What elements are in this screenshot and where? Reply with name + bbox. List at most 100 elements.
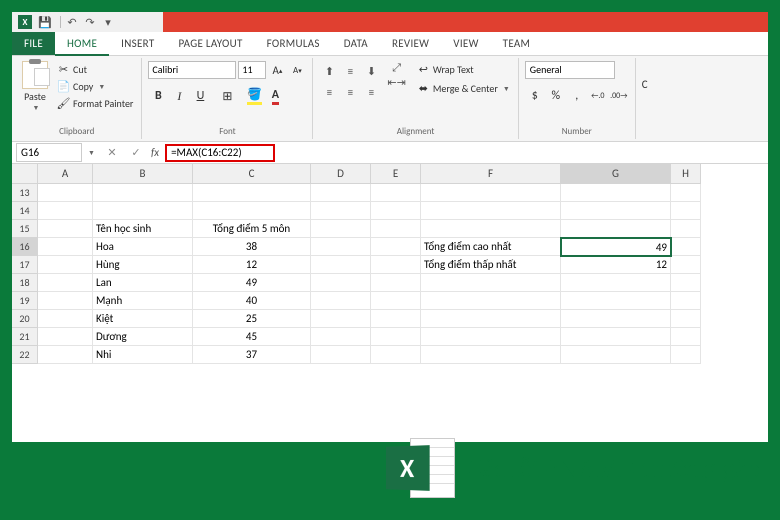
- cell[interactable]: [561, 346, 671, 364]
- col-header-e[interactable]: E: [371, 164, 421, 184]
- cell[interactable]: [561, 202, 671, 220]
- align-left-button[interactable]: ≡: [319, 82, 339, 102]
- row-header[interactable]: 15: [12, 220, 38, 238]
- wrap-text-button[interactable]: ↩Wrap Text: [415, 61, 512, 78]
- col-header-g[interactable]: G: [561, 164, 671, 184]
- cell[interactable]: [371, 274, 421, 292]
- merge-center-button[interactable]: ⬌Merge & Center▼: [415, 80, 512, 97]
- cell[interactable]: 45: [193, 328, 311, 346]
- cell[interactable]: [38, 202, 93, 220]
- cell[interactable]: 12: [561, 256, 671, 274]
- align-bottom-button[interactable]: ⬇: [361, 61, 381, 81]
- row-header[interactable]: 21: [12, 328, 38, 346]
- cell[interactable]: [93, 202, 193, 220]
- cell[interactable]: [38, 328, 93, 346]
- cell[interactable]: 37: [193, 346, 311, 364]
- increase-decimal-button[interactable]: ←.0: [588, 86, 608, 106]
- tab-data[interactable]: DATA: [332, 32, 380, 55]
- formula-bar[interactable]: =MAX(C16:C22): [165, 144, 275, 162]
- cell[interactable]: Tên học sinh: [93, 220, 193, 238]
- cell[interactable]: [38, 256, 93, 274]
- cell[interactable]: [311, 184, 371, 202]
- cell[interactable]: [671, 328, 701, 346]
- select-all-corner[interactable]: [12, 164, 38, 184]
- col-header-d[interactable]: D: [311, 164, 371, 184]
- tab-view[interactable]: VIEW: [441, 32, 490, 55]
- cell[interactable]: Hùng: [93, 256, 193, 274]
- cell[interactable]: [38, 292, 93, 310]
- cell[interactable]: [561, 292, 671, 310]
- cell[interactable]: [371, 184, 421, 202]
- cell[interactable]: Mạnh: [93, 292, 193, 310]
- copy-button[interactable]: 📄Copy▼: [55, 78, 135, 95]
- cell[interactable]: 40: [193, 292, 311, 310]
- cell[interactable]: [421, 220, 561, 238]
- cell[interactable]: [193, 184, 311, 202]
- font-color-button[interactable]: A: [265, 86, 285, 106]
- name-box[interactable]: G16: [16, 143, 82, 162]
- cell[interactable]: [671, 274, 701, 292]
- cell[interactable]: [421, 202, 561, 220]
- cell[interactable]: [421, 310, 561, 328]
- decrease-font-button[interactable]: A▾: [288, 61, 306, 79]
- tab-team[interactable]: TEAM: [491, 32, 543, 55]
- col-header-b[interactable]: B: [93, 164, 193, 184]
- cell[interactable]: Kiệt: [93, 310, 193, 328]
- align-center-button[interactable]: ≡: [340, 82, 360, 102]
- cell[interactable]: [93, 184, 193, 202]
- cell[interactable]: 25: [193, 310, 311, 328]
- cell[interactable]: [671, 202, 701, 220]
- cell[interactable]: [561, 184, 671, 202]
- cell[interactable]: [193, 202, 311, 220]
- cancel-formula-button[interactable]: ✕: [103, 144, 121, 162]
- currency-button[interactable]: $: [525, 86, 545, 106]
- cell[interactable]: [311, 256, 371, 274]
- tab-insert[interactable]: INSERT: [109, 32, 166, 55]
- cell[interactable]: [371, 220, 421, 238]
- cell[interactable]: [371, 328, 421, 346]
- cell[interactable]: [421, 274, 561, 292]
- cell[interactable]: [421, 346, 561, 364]
- cell[interactable]: Nhi: [93, 346, 193, 364]
- paste-button[interactable]: Paste ▼: [18, 61, 52, 112]
- save-icon[interactable]: 💾: [38, 15, 52, 29]
- cell[interactable]: [311, 202, 371, 220]
- tab-review[interactable]: REVIEW: [380, 32, 441, 55]
- cell[interactable]: [671, 310, 701, 328]
- row-header[interactable]: 16: [12, 238, 38, 256]
- active-cell[interactable]: 49: [560, 237, 672, 257]
- cell[interactable]: [311, 310, 371, 328]
- cell[interactable]: [671, 346, 701, 364]
- row-header[interactable]: 20: [12, 310, 38, 328]
- row-header[interactable]: 14: [12, 202, 38, 220]
- number-format-select[interactable]: General: [525, 61, 615, 79]
- cell[interactable]: [38, 238, 93, 256]
- tab-file[interactable]: FILE: [12, 32, 55, 55]
- row-header[interactable]: 19: [12, 292, 38, 310]
- cell[interactable]: [38, 184, 93, 202]
- cell[interactable]: 12: [193, 256, 311, 274]
- cell[interactable]: 38: [193, 238, 311, 256]
- cell[interactable]: [671, 220, 701, 238]
- cell[interactable]: [311, 292, 371, 310]
- cell[interactable]: [671, 238, 701, 256]
- cell[interactable]: [671, 292, 701, 310]
- decrease-indent-button[interactable]: ⇤: [387, 76, 396, 89]
- cell[interactable]: [311, 238, 371, 256]
- increase-indent-button[interactable]: ⇥: [397, 76, 406, 89]
- tab-home[interactable]: HOME: [55, 32, 109, 56]
- align-right-button[interactable]: ≡: [361, 82, 381, 102]
- font-size-select[interactable]: 11: [238, 61, 266, 79]
- cell[interactable]: [421, 292, 561, 310]
- cell[interactable]: Tổng điểm thấp nhất: [421, 256, 561, 274]
- cell[interactable]: [371, 238, 421, 256]
- cell[interactable]: [371, 292, 421, 310]
- cell[interactable]: [561, 274, 671, 292]
- cell[interactable]: [371, 346, 421, 364]
- redo-icon[interactable]: ↷: [83, 15, 97, 29]
- chevron-down-icon[interactable]: ▼: [88, 148, 95, 157]
- col-header-a[interactable]: A: [38, 164, 93, 184]
- col-header-c[interactable]: C: [193, 164, 311, 184]
- col-header-h[interactable]: H: [671, 164, 701, 184]
- align-top-button[interactable]: ⬆: [319, 61, 339, 81]
